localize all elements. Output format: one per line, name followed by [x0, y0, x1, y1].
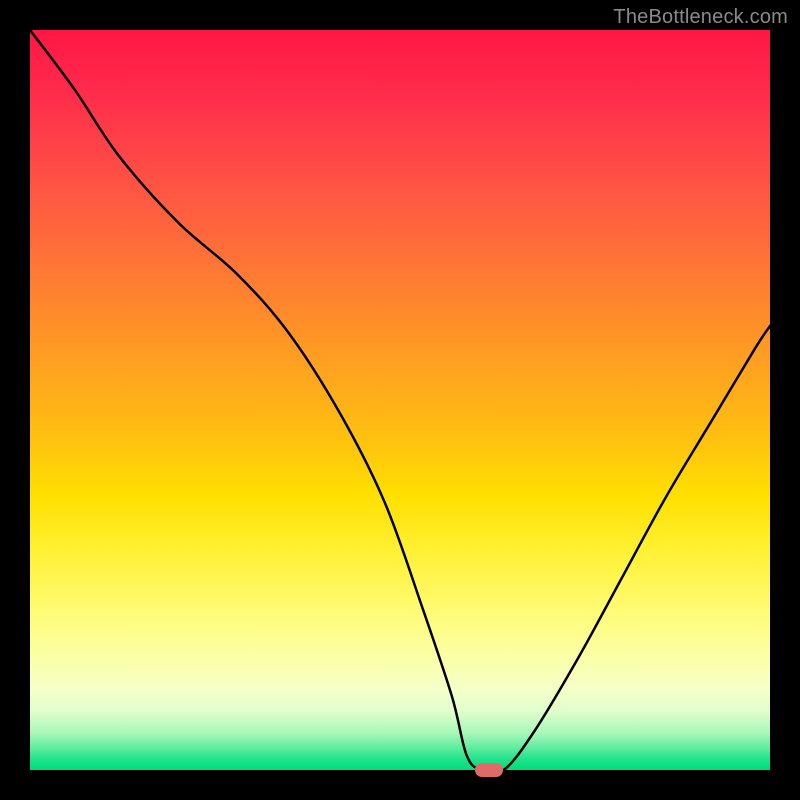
chart-frame: TheBottleneck.com: [0, 0, 800, 800]
optimal-marker: [475, 763, 503, 777]
watermark-text: TheBottleneck.com: [613, 6, 788, 29]
plot-area: [30, 30, 770, 770]
bottleneck-curve: [30, 30, 770, 770]
